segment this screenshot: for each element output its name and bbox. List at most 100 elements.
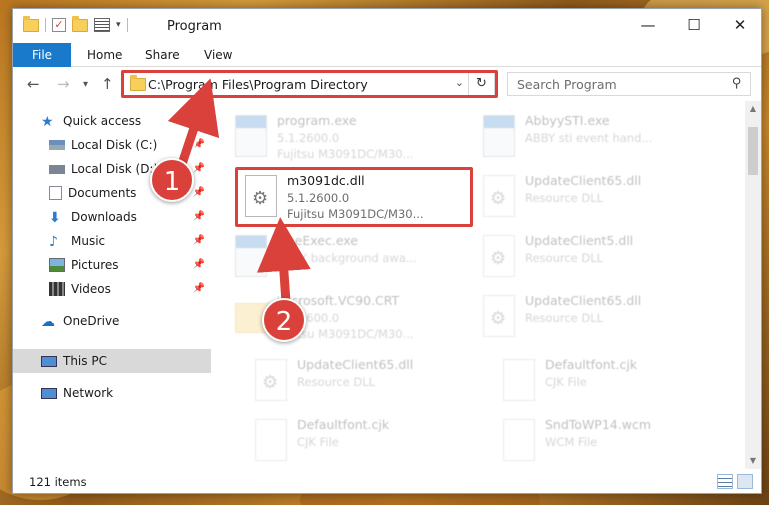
pictures-icon <box>49 258 65 272</box>
tab-view[interactable]: View <box>204 43 232 67</box>
details-view-icon[interactable] <box>717 474 733 489</box>
cloud-icon: ☁ <box>41 314 55 330</box>
pin-icon[interactable]: 📌 <box>193 283 205 294</box>
properties-icon[interactable] <box>94 18 110 32</box>
tiles-view-icon[interactable] <box>737 474 753 489</box>
pin-icon[interactable]: 📌 <box>193 163 205 174</box>
file-item-updateclient65-dll[interactable]: UpdateClient65.dll Resource DLL <box>475 167 711 227</box>
pin-icon[interactable]: 📌 <box>193 139 205 150</box>
address-bar[interactable]: C:\Program Files\Program Directory ⌄ ↻ <box>123 72 495 96</box>
title-bar: ✓ ▾ Program — ☐ ✕ <box>13 9 761 43</box>
sidebar-item-label: Network <box>63 386 114 400</box>
dll-gear-icon <box>483 235 515 277</box>
pin-icon[interactable]: 📌 <box>193 187 205 198</box>
sidebar-item-label: Videos <box>71 282 111 296</box>
sidebar-item-onedrive[interactable]: ☁ OneDrive <box>13 309 211 333</box>
file-name: program.exe <box>277 113 357 128</box>
forward-arrow-icon[interactable]: → <box>57 75 70 93</box>
scroll-up-icon[interactable]: ▲ <box>745 101 761 117</box>
folder-icon <box>130 75 146 91</box>
minimize-button[interactable]: — <box>625 9 671 41</box>
document-icon <box>49 186 62 200</box>
properties-check-icon[interactable]: ✓ <box>52 18 66 32</box>
file-item-updateclient5-dll[interactable]: UpdateClient5.dll Resource DLL <box>475 227 711 287</box>
file-icon <box>255 419 287 461</box>
maximize-button[interactable]: ☐ <box>671 9 717 41</box>
recent-locations-icon[interactable]: ▾ <box>83 79 88 90</box>
film-icon <box>49 282 65 296</box>
file-name: UpdateClient65.dll <box>525 173 642 188</box>
file-item-updateclient65-dll[interactable]: UpdateClient65.dll Resource DLL <box>247 351 483 411</box>
tab-home[interactable]: Home <box>87 43 122 67</box>
toolbar-separator <box>45 18 46 32</box>
step-2-badge: 2 <box>262 298 306 342</box>
sidebar-item-label: Downloads <box>71 210 137 224</box>
search-box[interactable]: Search Program ⚲ <box>507 72 751 96</box>
address-row: ← → ▾ ↑ C:\Program Files\Program Directo… <box>13 69 761 99</box>
sidebar-item-music[interactable]: ♪ Music 📌 <box>13 229 211 253</box>
sidebar-item-downloads[interactable]: ⬇ Downloads 📌 <box>13 205 211 229</box>
address-path[interactable]: C:\Program Files\Program Directory <box>148 77 368 92</box>
file-version: 5.1.2600.0 <box>287 191 350 205</box>
vertical-scrollbar[interactable]: ▲ ▼ <box>745 101 761 469</box>
search-placeholder[interactable]: Search Program <box>517 77 617 92</box>
file-name: SndToWP14.wcm <box>545 417 651 432</box>
star-icon: ★ <box>41 114 54 130</box>
file-item-sndtowp14-wcm[interactable]: SndToWP14.wcm WCM File <box>495 411 731 469</box>
drive-icon <box>49 140 65 150</box>
dll-gear-icon <box>255 359 287 401</box>
file-item-defaultfont-cjk[interactable]: Defaultfont.cjk CJK File <box>495 351 731 411</box>
file-name: UpdateClient5.dll <box>525 233 634 248</box>
sidebar-item-pictures[interactable]: Pictures 📌 <box>13 253 211 277</box>
file-item-abbyysti-exe[interactable]: AbbyySTI.exe ABBY sti event hand... <box>475 107 711 167</box>
file-name: FineExec.exe <box>277 233 358 248</box>
computer-icon <box>41 355 57 367</box>
close-button[interactable]: ✕ <box>717 9 763 41</box>
file-name: m3091dc.dll <box>287 173 365 188</box>
tab-file[interactable]: File <box>13 43 71 67</box>
file-item-fineexec-exe[interactable]: FineExec.exe ABBY background awa... <box>227 227 463 287</box>
file-item-updateclient65-dll[interactable]: UpdateClient65.dll Resource DLL <box>475 287 711 347</box>
network-icon <box>41 387 57 399</box>
file-name: UpdateClient65.dll <box>525 293 642 308</box>
pin-icon[interactable]: 📌 <box>193 259 205 270</box>
chevron-down-icon[interactable]: ⌄ <box>455 76 464 89</box>
drive-icon <box>49 164 65 174</box>
file-description: WCM File <box>545 435 598 449</box>
file-version: 5.1.2600.0 <box>277 131 340 145</box>
sidebar-item-label: Quick access <box>63 114 142 128</box>
sidebar-item-quick-access[interactable]: ★ Quick access <box>13 109 211 133</box>
file-description: ABBY sti event hand... <box>525 131 653 145</box>
sidebar-item-network[interactable]: Network <box>13 381 211 405</box>
tab-share[interactable]: Share <box>145 43 180 67</box>
sidebar-item-label: Music <box>71 234 106 248</box>
status-bar: 121 items <box>13 471 761 493</box>
up-arrow-icon[interactable]: ↑ <box>101 75 114 93</box>
refresh-icon[interactable]: ↻ <box>468 73 494 95</box>
application-icon <box>235 235 267 277</box>
scroll-thumb[interactable] <box>748 127 758 175</box>
pin-icon[interactable]: 📌 <box>193 211 205 222</box>
pin-icon[interactable]: 📌 <box>193 235 205 246</box>
folder-icon[interactable] <box>23 15 39 32</box>
window-title: Program <box>167 19 222 34</box>
file-description: Fujitsu M3091DC/M30... <box>277 147 414 161</box>
new-folder-icon[interactable] <box>72 15 88 32</box>
sidebar-item-local-disk-c[interactable]: Local Disk (C:) 📌 <box>13 133 211 157</box>
sidebar-item-label: This PC <box>63 354 107 368</box>
application-icon <box>235 115 267 157</box>
customize-toolbar-icon[interactable]: ▾ <box>116 20 121 30</box>
sidebar-item-videos[interactable]: Videos 📌 <box>13 277 211 301</box>
file-description: Fujitsu M3091DC/M30... <box>287 207 424 221</box>
sidebar-item-this-pc[interactable]: This PC <box>13 349 211 373</box>
back-arrow-icon[interactable]: ← <box>27 75 40 93</box>
navigation-pane: ★ Quick access Local Disk (C:) 📌 Local D… <box>13 101 211 469</box>
file-item-program-exe[interactable]: program.exe 5.1.2600.0 Fujitsu M3091DC/M… <box>227 107 463 167</box>
file-item-m3091dc-dll[interactable]: m3091dc.dll 5.1.2600.0 Fujitsu M3091DC/M… <box>237 167 473 227</box>
scroll-down-icon[interactable]: ▼ <box>745 453 761 469</box>
quick-access-toolbar: ✓ ▾ <box>23 15 128 32</box>
file-item-defaultfont-cjk[interactable]: Defaultfont.cjk CJK File <box>247 411 483 469</box>
download-arrow-icon: ⬇ <box>49 210 61 226</box>
dll-gear-icon <box>483 175 515 217</box>
file-description: Resource DLL <box>525 311 604 325</box>
